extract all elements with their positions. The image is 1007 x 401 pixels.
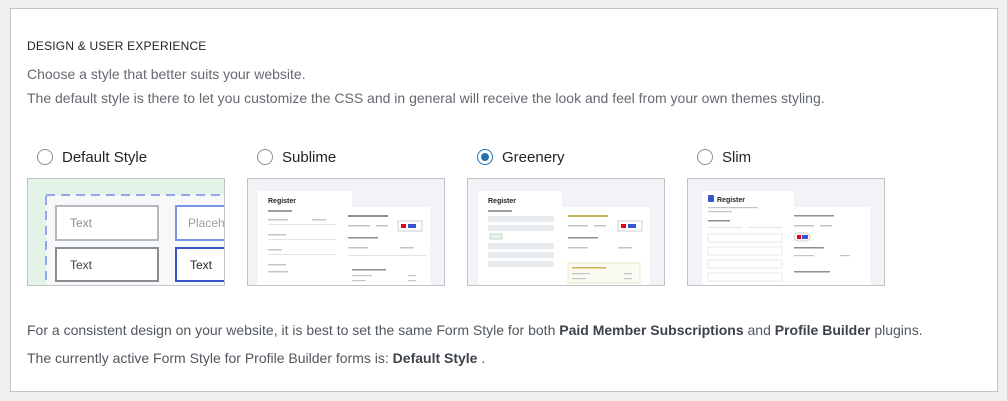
section-title: DESIGN & USER EXPERIENCE bbox=[27, 39, 207, 53]
active-style-note: The currently active Form Style for Prof… bbox=[27, 350, 485, 366]
style-label-sublime: Sublime bbox=[282, 148, 337, 166]
style-option-greenery[interactable]: Greenery Register bbox=[467, 147, 675, 286]
note-text: The currently active Form Style for Prof… bbox=[27, 350, 393, 366]
consistency-note: For a consistent design on your website,… bbox=[27, 322, 923, 338]
style-option-sublime-label[interactable]: Sublime bbox=[257, 147, 455, 167]
note-text: plugins. bbox=[870, 322, 923, 338]
radio-greenery[interactable] bbox=[477, 149, 493, 165]
active-style-value: Default Style bbox=[392, 350, 478, 366]
radio-sublime[interactable] bbox=[257, 149, 273, 165]
section-description-detail: The default style is there to let you cu… bbox=[27, 90, 825, 106]
product-name-pms: Paid Member Subscriptions bbox=[559, 322, 744, 338]
note-text: and bbox=[743, 322, 775, 338]
sublime-register-title: Register bbox=[268, 198, 296, 205]
radio-slim[interactable] bbox=[697, 149, 713, 165]
preview-input-text: Text bbox=[70, 216, 93, 230]
sublime-style-preview[interactable]: Register bbox=[247, 178, 445, 286]
radio-default-style[interactable] bbox=[37, 149, 53, 165]
slim-register-title: Register bbox=[717, 197, 745, 204]
style-label-slim: Slim bbox=[722, 148, 752, 166]
greenery-register-title: Register bbox=[488, 198, 516, 205]
style-option-sublime[interactable]: Sublime Register bbox=[247, 147, 455, 286]
style-option-default[interactable]: Default Style Text Placeho Text Text bbox=[27, 147, 235, 286]
style-option-greenery-label[interactable]: Greenery bbox=[477, 147, 675, 167]
style-option-slim[interactable]: Slim Register bbox=[687, 147, 895, 286]
section-description: Choose a style that better suits your we… bbox=[27, 66, 306, 82]
style-label-greenery: Greenery bbox=[502, 148, 565, 166]
preview-placeholder-text: Placeho bbox=[188, 216, 225, 230]
product-name-pb: Profile Builder bbox=[774, 322, 871, 338]
style-label-default: Default Style bbox=[62, 148, 148, 166]
slim-style-preview[interactable]: Register bbox=[687, 178, 885, 286]
default-style-preview[interactable]: Text Placeho Text Text bbox=[27, 178, 225, 286]
note-text: For a consistent design on your website,… bbox=[27, 322, 560, 338]
note-text: . bbox=[477, 350, 486, 366]
style-option-slim-label[interactable]: Slim bbox=[697, 147, 895, 167]
settings-panel: DESIGN & USER EXPERIENCE Choose a style … bbox=[10, 8, 998, 392]
preview-filled-text: Text bbox=[70, 258, 93, 272]
greenery-style-preview[interactable]: Register bbox=[467, 178, 665, 286]
preview-focused-text: Text bbox=[190, 258, 213, 272]
style-option-default-label[interactable]: Default Style bbox=[37, 147, 235, 167]
